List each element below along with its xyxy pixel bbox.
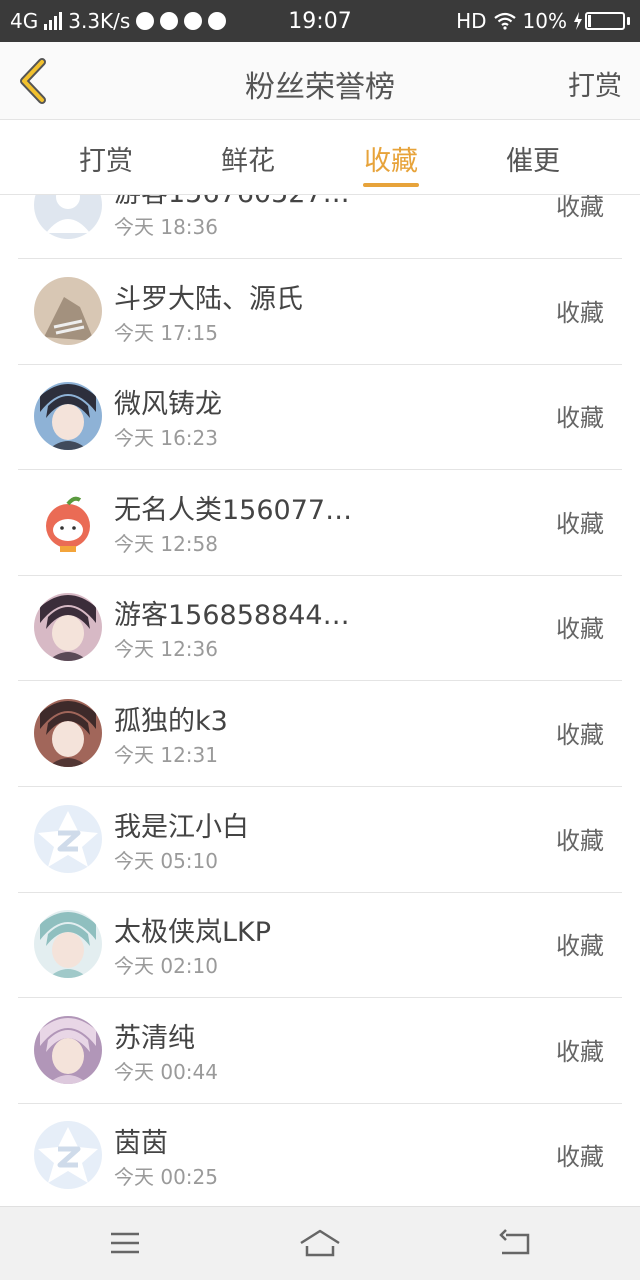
anime-avatar[interactable] — [34, 593, 102, 662]
action-label: 收藏 — [556, 1143, 604, 1172]
anime-avatar[interactable] — [34, 910, 102, 979]
apple-cartoon-avatar[interactable] — [34, 487, 102, 556]
action-label: 收藏 — [556, 1037, 604, 1066]
anime-avatar[interactable] — [34, 1015, 102, 1084]
user-name: 太极侠岚LKP — [114, 917, 272, 949]
reward-button[interactable]: 打赏 — [568, 64, 622, 103]
list-item[interactable]: 太极侠岚LKP 今天 02:10 收藏 — [18, 892, 622, 999]
user-name: 游客156760527… — [114, 195, 350, 210]
back-icon[interactable] — [494, 1223, 538, 1263]
timestamp: 今天 00:25 — [114, 1165, 218, 1190]
action-label: 收藏 — [556, 615, 604, 644]
battery-percent: 10% — [522, 9, 567, 33]
tab-urge-update[interactable]: 催更 — [478, 139, 588, 178]
action-label: 收藏 — [556, 509, 604, 538]
battery-body — [585, 12, 625, 30]
tab-flowers[interactable]: 鲜花 — [193, 139, 303, 178]
menu-icon[interactable] — [103, 1223, 147, 1263]
timestamp: 今天 12:58 — [114, 531, 218, 556]
battery-fill — [588, 15, 591, 27]
user-name: 苏清纯 — [114, 1022, 195, 1054]
tab-favorites[interactable]: 收藏 — [336, 139, 446, 178]
tab-reward[interactable]: 打赏 — [51, 139, 161, 178]
timestamp: 今天 16:23 — [114, 426, 218, 451]
default-user-avatar[interactable] — [34, 195, 102, 239]
qq-default-avatar[interactable] — [34, 804, 102, 873]
action-label: 收藏 — [556, 826, 604, 855]
timestamp: 今天 05:10 — [114, 848, 218, 873]
timestamp: 今天 00:44 — [114, 1059, 218, 1084]
qq-default-avatar[interactable] — [34, 1121, 102, 1190]
anime-avatar[interactable] — [34, 382, 102, 451]
user-name: 我是江小白 — [114, 811, 249, 843]
user-name: 无名人类156077… — [114, 494, 353, 526]
charging-icon — [574, 12, 582, 30]
user-name: 游客156858844… — [114, 600, 350, 632]
action-label: 收藏 — [556, 721, 604, 749]
timestamp: 今天 17:15 — [114, 320, 218, 345]
active-tab-indicator — [363, 183, 419, 187]
list-item[interactable]: 茵茵今天 00:25 收藏 — [18, 1103, 622, 1206]
photo-avatar[interactable] — [34, 276, 102, 345]
list-item[interactable]: 我是江小白今天 05:10 收藏 — [18, 787, 622, 893]
status-bar: 4G 3.3K/s 19:07 HD 10% — [0, 0, 640, 42]
list-item[interactable]: 孤独的k3 今天 12:31 收藏 — [18, 681, 622, 787]
system-nav-bar — [0, 1206, 640, 1280]
fan-list: 游客156760527…今天 18:36收藏斗罗大陆、源氏今天 17:15收藏微… — [0, 195, 640, 1206]
list-item[interactable]: 无名人类156077… 今天 12:58 收藏 — [18, 470, 622, 576]
battery-tip — [627, 17, 630, 25]
timestamp: 今天 12:36 — [114, 637, 218, 662]
timestamp: 今天 12:31 — [114, 743, 218, 767]
page-title: 粉丝荣誉榜 — [245, 70, 395, 105]
hd-indicator: HD — [456, 9, 487, 33]
list-item[interactable]: 游客156760527… 今天 18:36 收藏 — [18, 195, 622, 259]
status-right: HD 10% — [456, 9, 630, 33]
anime-avatar[interactable] — [34, 699, 102, 767]
timestamp: 今天 02:10 — [114, 954, 218, 979]
user-name: 微风铸龙 — [114, 389, 222, 421]
battery-icon — [573, 12, 630, 30]
action-label: 收藏 — [556, 195, 604, 221]
action-label: 收藏 — [556, 932, 604, 961]
list-item[interactable]: 苏清纯今天 00:44 收藏 — [18, 998, 622, 1104]
user-name: 斗罗大陆、源氏 — [114, 283, 303, 315]
timestamp: 今天 18:36 — [114, 215, 218, 239]
user-name: 孤独的k3 — [114, 706, 228, 737]
tab-bar: 打赏 鲜花 收藏 催更 — [0, 121, 640, 195]
action-label: 收藏 — [556, 298, 604, 327]
user-name: 茵茵 — [114, 1128, 168, 1160]
list-item[interactable]: 游客156858844… 今天 12:36 收藏 — [18, 575, 622, 682]
wifi-icon — [493, 12, 516, 30]
title-bar: 粉丝荣誉榜 打赏 — [0, 42, 640, 120]
list-item[interactable]: 微风铸龙今天 16:23 收藏 — [18, 364, 622, 471]
list-item[interactable]: 斗罗大陆、源氏今天 17:15 收藏 — [18, 259, 622, 365]
home-icon[interactable] — [298, 1223, 342, 1263]
action-label: 收藏 — [556, 404, 604, 433]
